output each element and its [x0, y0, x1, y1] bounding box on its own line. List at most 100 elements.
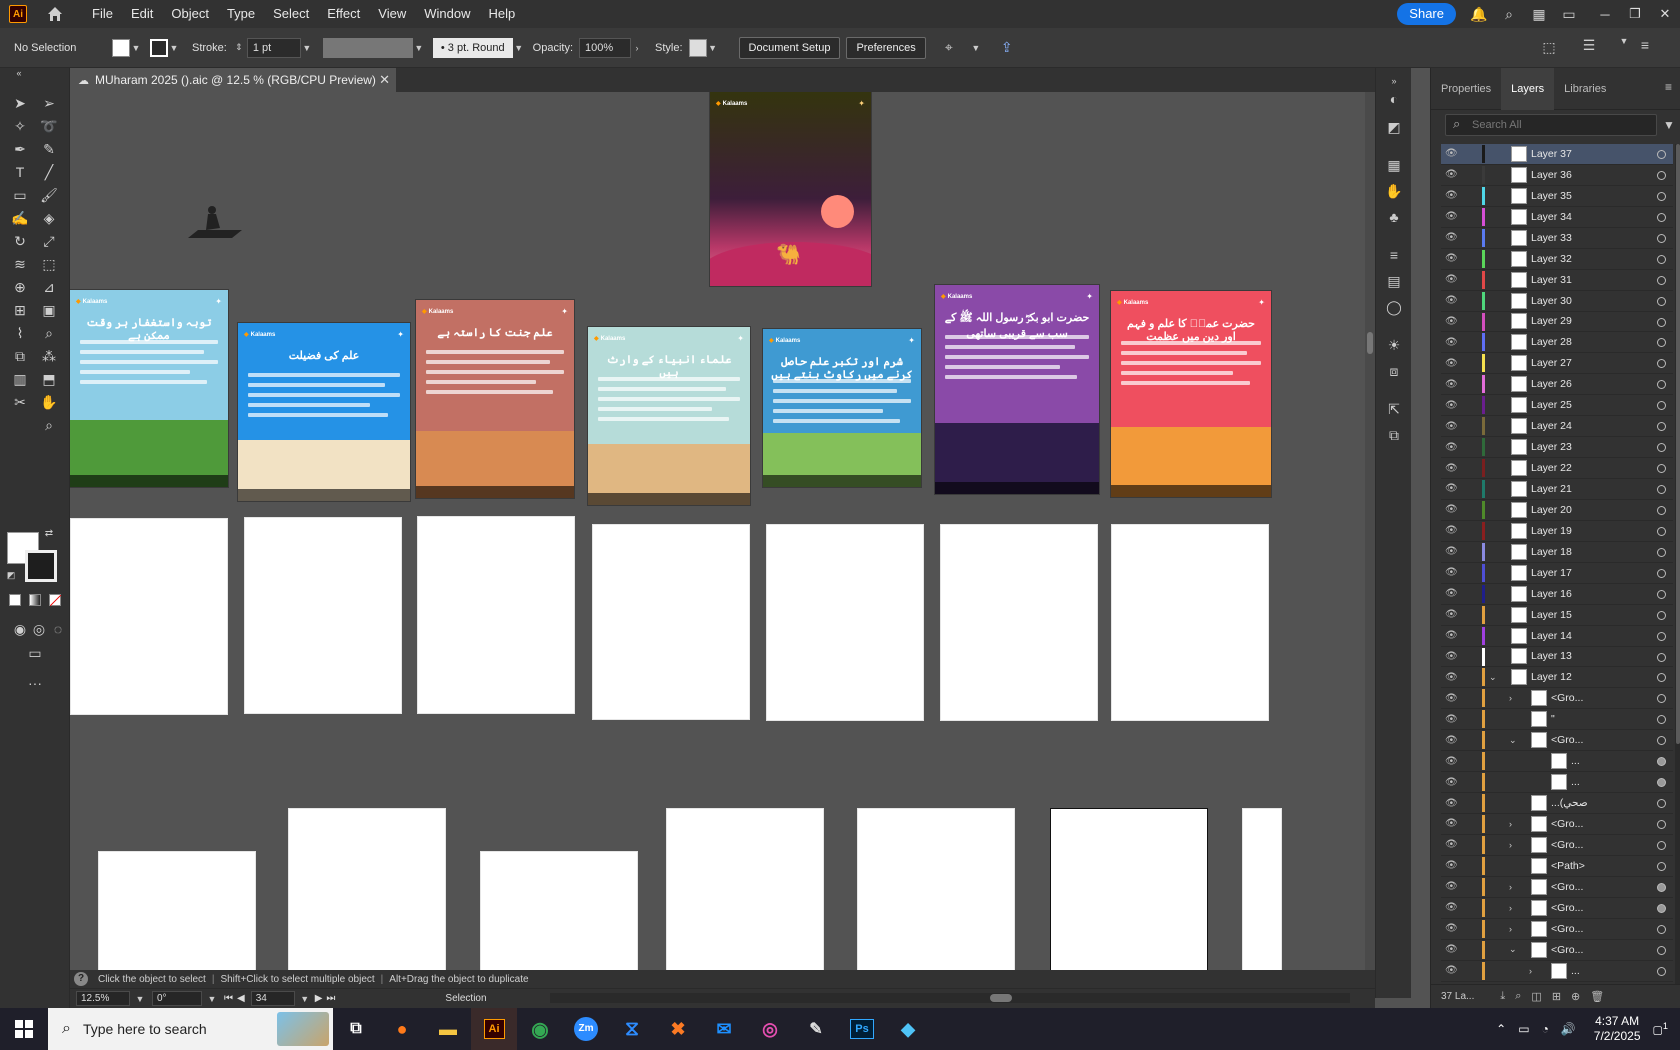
visibility-eye-icon[interactable]: 👁 — [1445, 860, 1461, 871]
artboard[interactable] — [98, 851, 256, 970]
target-icon[interactable] — [1657, 212, 1666, 222]
visibility-eye-icon[interactable]: 👁 — [1445, 672, 1461, 683]
eyedropper-icon[interactable]: ⌇ — [9, 322, 31, 344]
slice-tool-icon[interactable]: ✂ — [9, 391, 31, 413]
target-icon[interactable] — [1657, 150, 1666, 159]
layer-row[interactable]: 👁 Layer 27 — [1441, 353, 1673, 375]
image-trace-icon[interactable]: ◩ — [1385, 118, 1403, 136]
preferences-button[interactable]: Preferences — [846, 36, 926, 59]
menu-file[interactable]: File — [83, 0, 122, 28]
collapse-icon[interactable]: » — [1385, 72, 1403, 90]
visibility-eye-icon[interactable]: 👁 — [1445, 337, 1461, 348]
target-icon[interactable] — [1657, 359, 1666, 369]
perspective-grid-icon[interactable]: ⊿ — [38, 276, 60, 298]
canvas[interactable]: Kalaams ✦ 🐫 Kalaams ✦ توبہ واستغفار ہر و… — [70, 92, 1375, 970]
next-artboard-icon[interactable]: ▶ — [315, 993, 323, 1004]
previous-artboard-icon[interactable]: ◀ — [237, 993, 245, 1004]
properties-icon[interactable]: ◐ — [1385, 90, 1403, 108]
locate-object-icon[interactable]: ⌕ — [1515, 990, 1521, 1003]
target-icon[interactable] — [1657, 924, 1666, 934]
document-setup-button[interactable]: Document Setup — [738, 36, 841, 59]
target-icon[interactable] — [1657, 526, 1666, 536]
chevron-down-icon[interactable]: ▼ — [513, 43, 525, 53]
target-icon[interactable] — [1657, 673, 1666, 683]
visibility-eye-icon[interactable]: 👁 — [1445, 588, 1461, 599]
layers-scrollbar[interactable] — [1675, 144, 1680, 984]
target-icon[interactable] — [1657, 589, 1666, 599]
default-colors-icon[interactable]: ◩ — [4, 568, 18, 582]
hamburger-icon[interactable]: ≡ — [1636, 36, 1654, 54]
measure-icon[interactable]: ⌕ — [38, 322, 60, 344]
target-icon[interactable] — [1657, 631, 1666, 641]
screen-mode-icon[interactable]: ▭ — [24, 642, 46, 664]
layer-row[interactable]: 👁 Layer 30 — [1441, 291, 1673, 312]
horizontal-scrollbar[interactable] — [550, 993, 1350, 1003]
design-card[interactable]: Kalaams ✦ حضرت عمرؓ کا علم و فہم اور دین… — [1111, 291, 1271, 497]
file-explorer-icon[interactable]: ▬ — [425, 1008, 471, 1050]
visibility-eye-icon[interactable]: 👁 — [1445, 693, 1461, 704]
shape-builder-icon[interactable]: ⊕ — [9, 276, 31, 298]
target-icon[interactable] — [1657, 254, 1666, 264]
layer-row[interactable]: 👁 Layer 32 — [1441, 249, 1673, 270]
last-artboard-icon[interactable]: ⏭ — [326, 993, 335, 1004]
draw-inside-icon[interactable]: ◌ — [47, 618, 69, 640]
sublayer-row[interactable]: 👁 › <Gro... — [1441, 814, 1673, 835]
collapse-icon[interactable]: « — [8, 68, 30, 78]
chevron-down-icon[interactable]: ▼ — [134, 994, 146, 1004]
visibility-eye-icon[interactable]: 👁 — [1445, 295, 1461, 306]
graph-tool-icon[interactable]: ▥ — [9, 368, 31, 390]
shaper-tool-icon[interactable]: ✍ — [9, 207, 31, 229]
design-card[interactable]: Kalaams ✦ شرم اور تکبر علم حاصل کرنے میں… — [763, 329, 921, 487]
design-card[interactable]: Kalaams ✦ حضرت ابو بکرؓ رسول اللہ ﷺ کے س… — [935, 285, 1099, 494]
panel-menu-icon[interactable]: ☰ — [1580, 36, 1598, 54]
visibility-eye-icon[interactable]: 👁 — [1445, 756, 1461, 767]
artboard[interactable] — [288, 808, 446, 970]
target-icon[interactable] — [1657, 736, 1666, 746]
visibility-eye-icon[interactable]: 👁 — [1445, 504, 1461, 515]
menu-help[interactable]: Help — [479, 0, 524, 28]
stepper-icon[interactable]: ⇕ — [233, 42, 245, 53]
volume-icon[interactable]: 🔊 — [1561, 1022, 1576, 1036]
taskbar-search[interactable]: ⌕ Type here to search — [48, 1008, 333, 1050]
visibility-eye-icon[interactable]: 👁 — [1445, 358, 1461, 369]
visibility-eye-icon[interactable]: 👁 — [1445, 923, 1461, 934]
blend-tool-icon[interactable]: ⧉ — [9, 345, 31, 367]
visibility-eye-icon[interactable]: 👁 — [1445, 798, 1461, 809]
visibility-eye-icon[interactable]: 👁 — [1445, 651, 1461, 662]
layer-row[interactable]: 👁 Layer 25 — [1441, 395, 1673, 417]
artboard[interactable] — [1242, 808, 1282, 970]
chevron-down-icon[interactable]: ▼ — [1618, 36, 1630, 46]
line-tool-icon[interactable]: ╱ — [38, 161, 60, 183]
swatches-icon[interactable]: ▦ — [1385, 156, 1403, 174]
home-icon[interactable] — [45, 4, 65, 24]
layer-row[interactable]: 👁 Layer 19 — [1441, 521, 1673, 542]
symbol-sprayer-icon[interactable]: ⁂ — [38, 345, 60, 367]
visibility-eye-icon[interactable]: 👁 — [1445, 379, 1461, 390]
chevron-right-icon[interactable]: › — [1509, 819, 1519, 829]
first-artboard-icon[interactable]: ⏮ — [224, 993, 233, 1004]
visibility-eye-icon[interactable]: 👁 — [1445, 881, 1461, 892]
artboard-tool-icon[interactable]: ⬒ — [38, 368, 60, 390]
arrange-documents-icon[interactable]: ▭ — [1560, 5, 1578, 23]
stroke-color-box[interactable] — [25, 550, 57, 582]
menu-object[interactable]: Object — [162, 0, 218, 28]
target-icon[interactable] — [1657, 694, 1666, 704]
more-tools-icon[interactable]: ··· — [24, 672, 46, 694]
visibility-eye-icon[interactable]: 👁 — [1445, 777, 1461, 788]
target-icon[interactable] — [1657, 903, 1666, 913]
artboard[interactable] — [666, 808, 824, 970]
swap-icon[interactable]: ⇄ — [42, 526, 56, 540]
visibility-eye-icon[interactable]: 👁 — [1445, 965, 1461, 976]
illustrator-taskbar-icon[interactable]: Ai — [471, 1008, 517, 1050]
artboard-hero[interactable]: Kalaams ✦ 🐫 — [710, 92, 871, 286]
design-card[interactable]: Kalaams ✦ توبہ واستغفار ہر وقت ممکن ہے — [70, 290, 228, 487]
appearance-icon[interactable]: ☀ — [1385, 336, 1403, 354]
chevron-down-icon[interactable]: ⌄ — [1509, 735, 1519, 746]
new-sublayer-icon[interactable]: ⊞ — [1552, 990, 1561, 1003]
new-layer-icon[interactable]: ⊕ — [1571, 990, 1580, 1003]
lasso-icon[interactable]: ➰ — [38, 115, 60, 137]
rectangle-tool-icon[interactable]: ▭ — [9, 184, 31, 206]
design-card[interactable]: Kalaams ✦ علم جنت کا راستہ ہے — [416, 300, 574, 498]
document-tab[interactable]: ☁ MUharam 2025 ().aic @ 12.5 % (RGB/CPU … — [70, 68, 396, 92]
zoom-icon[interactable]: ⌕ — [38, 414, 60, 436]
